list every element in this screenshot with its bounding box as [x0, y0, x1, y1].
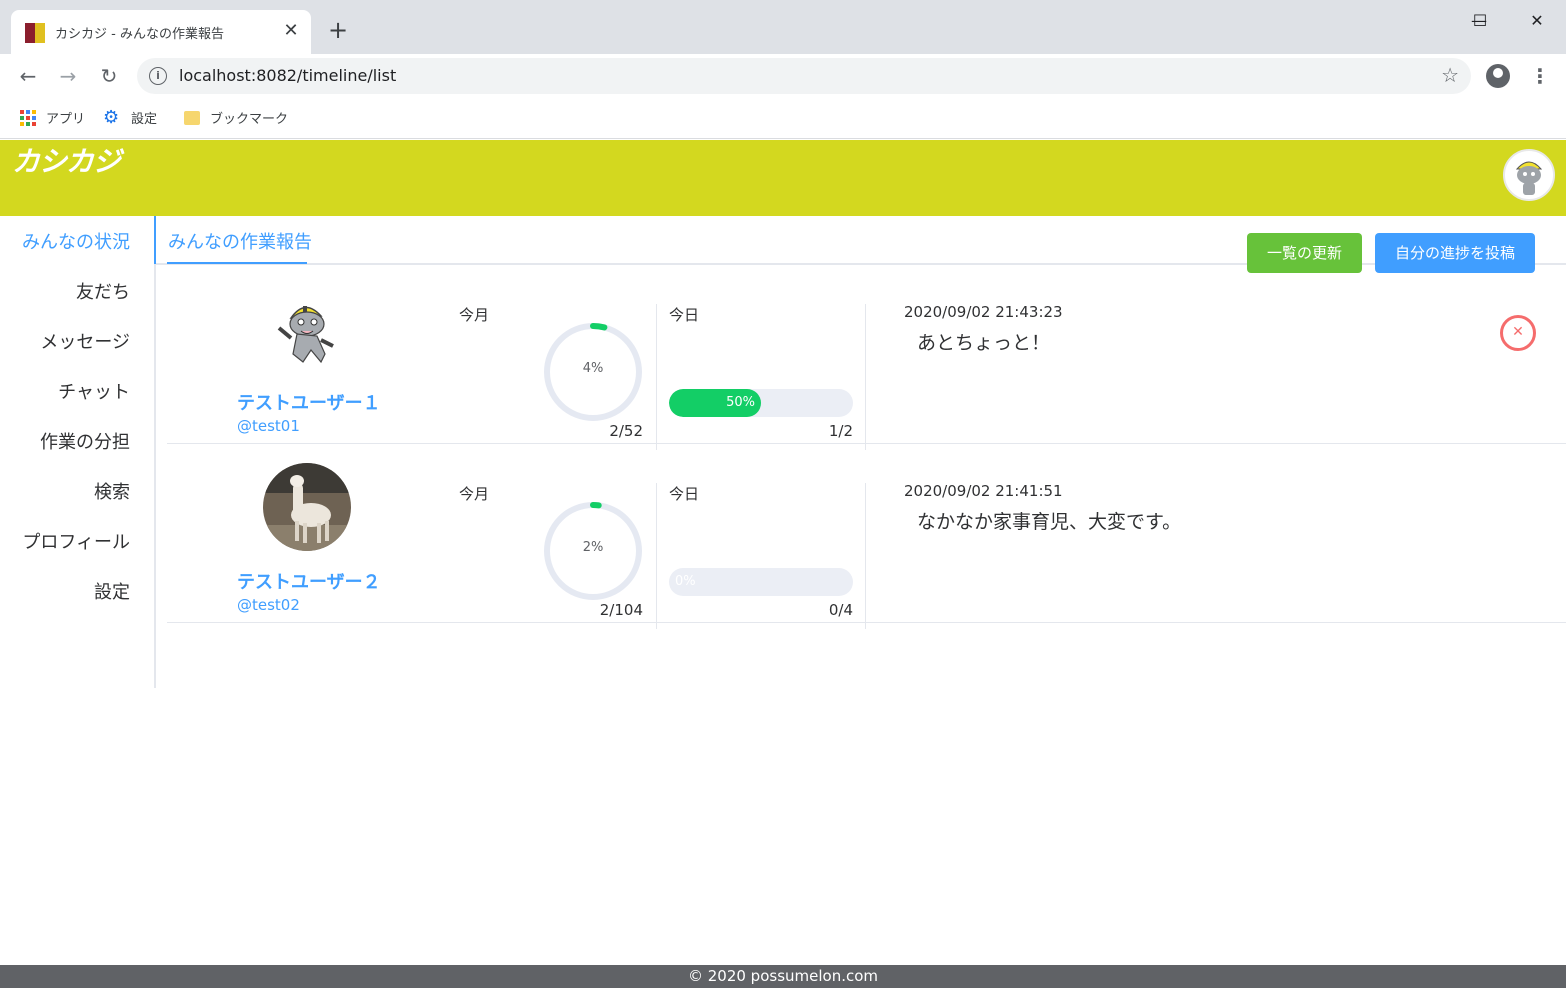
user-avatar[interactable]: [1503, 149, 1555, 201]
sidebar-item-messages[interactable]: メッセージ: [40, 328, 130, 354]
month-label: 今月: [459, 485, 490, 503]
delete-report-icon[interactable]: ✕: [1500, 315, 1536, 351]
sidebar-item-chat[interactable]: チャット: [58, 378, 130, 404]
maximize-icon[interactable]: ☐: [1457, 6, 1503, 36]
cat-avatar-icon: [263, 284, 351, 372]
sidebar-item-friends[interactable]: 友だち: [76, 278, 130, 304]
bookmark-settings[interactable]: ⚙ 設定: [103, 108, 157, 127]
divider: [865, 483, 866, 629]
day-label: 今日: [669, 485, 700, 503]
account-icon[interactable]: [1486, 64, 1510, 88]
bookmark-apps[interactable]: アプリ: [20, 108, 85, 127]
tab-close-icon[interactable]: ✕: [281, 21, 301, 41]
site-favicon-icon: [25, 23, 45, 43]
user-id[interactable]: @test02: [237, 596, 300, 614]
alpaca-avatar-icon: [263, 463, 351, 551]
sidebar-menu: みんなの状況 友だち メッセージ チャット 作業の分担 検索 プロフィール 設定: [0, 216, 156, 688]
bookmark-label: ブックマーク: [210, 112, 289, 127]
sidebar-item-profile[interactable]: プロフィール: [22, 528, 130, 554]
user-name[interactable]: テストユーザー１: [237, 389, 381, 415]
day-progress-bar: 0%: [669, 568, 853, 596]
user-id[interactable]: @test01: [237, 417, 300, 435]
month-count: 2/52: [609, 422, 643, 440]
day-percent: 0%: [675, 574, 696, 589]
apps-icon: [20, 109, 36, 126]
user-avatar[interactable]: [263, 463, 351, 551]
page-footer: © 2020 possumelon.com: [0, 965, 1566, 988]
window-close-icon[interactable]: ✕: [1514, 6, 1560, 36]
sidebar-item-task-division[interactable]: 作業の分担: [40, 428, 130, 454]
cat-avatar-icon: [1515, 161, 1543, 195]
url-text[interactable]: localhost:8082/timeline/list: [179, 66, 396, 85]
bookmark-folder[interactable]: ブックマーク: [184, 108, 288, 127]
browser-toolbar: ← → ↻ i localhost:8082/timeline/list ☆ ⋮: [0, 54, 1566, 98]
day-percent: 50%: [726, 395, 755, 410]
forward-icon[interactable]: →: [54, 62, 82, 90]
day-progress-bar: 50%: [669, 389, 853, 417]
folder-icon: [184, 110, 200, 125]
user-name[interactable]: テストユーザー２: [237, 568, 381, 594]
bookmark-star-icon[interactable]: ☆: [1441, 63, 1459, 87]
report-row: テストユーザー１ @test01 今月 4% 2/52 今日 50% 1/2 2…: [167, 264, 1566, 450]
back-icon[interactable]: ←: [14, 62, 42, 90]
address-bar[interactable]: i localhost:8082/timeline/list ☆: [137, 58, 1471, 94]
new-tab-icon[interactable]: +: [326, 18, 350, 42]
tab-work-reports[interactable]: みんなの作業報告: [168, 228, 312, 254]
app-header: カシカジ: [0, 140, 1566, 216]
reload-icon[interactable]: ↻: [95, 62, 123, 90]
month-label: 今月: [459, 306, 490, 324]
browser-tabstrip: カシカジ - みんなの作業報告 ✕ + — ☐ ✕: [0, 0, 1566, 54]
sidebar-item-settings[interactable]: 設定: [94, 578, 130, 604]
app-logo[interactable]: カシカジ: [12, 140, 121, 180]
day-count: 1/2: [828, 422, 853, 440]
divider: [865, 304, 866, 450]
report-message: あとちょっと！: [917, 332, 1051, 354]
site-info-icon[interactable]: i: [149, 67, 167, 85]
report-row: テストユーザー２ @test02 今月 2% 2/104 今日 0% 0/4 2…: [167, 443, 1566, 629]
bookmark-label: アプリ: [46, 112, 86, 127]
day-count: 0/4: [828, 601, 853, 619]
bookmarks-bar: アプリ ⚙ 設定 ブックマーク: [0, 98, 1566, 139]
report-timestamp: 2020/09/02 21:43:23: [904, 303, 1063, 321]
gear-icon: ⚙: [103, 106, 120, 128]
divider: [656, 483, 657, 629]
user-avatar[interactable]: [263, 284, 351, 372]
report-timestamp: 2020/09/02 21:41:51: [904, 482, 1063, 500]
sidebar-item-search[interactable]: 検索: [94, 478, 130, 504]
browser-tab[interactable]: カシカジ - みんなの作業報告 ✕: [11, 10, 311, 54]
divider: [656, 304, 657, 450]
month-percent: 2%: [582, 540, 604, 555]
browser-menu-icon[interactable]: ⋮: [1530, 64, 1550, 88]
tab-title: カシカジ - みんなの作業報告: [55, 27, 224, 42]
day-label: 今日: [669, 306, 700, 324]
bookmark-label: 設定: [131, 112, 158, 127]
report-message: なかなか家事育児、大変です。: [917, 511, 1182, 533]
sidebar-item-status[interactable]: みんなの状況: [22, 228, 130, 254]
month-count: 2/104: [599, 601, 643, 619]
month-percent: 4%: [582, 361, 604, 376]
